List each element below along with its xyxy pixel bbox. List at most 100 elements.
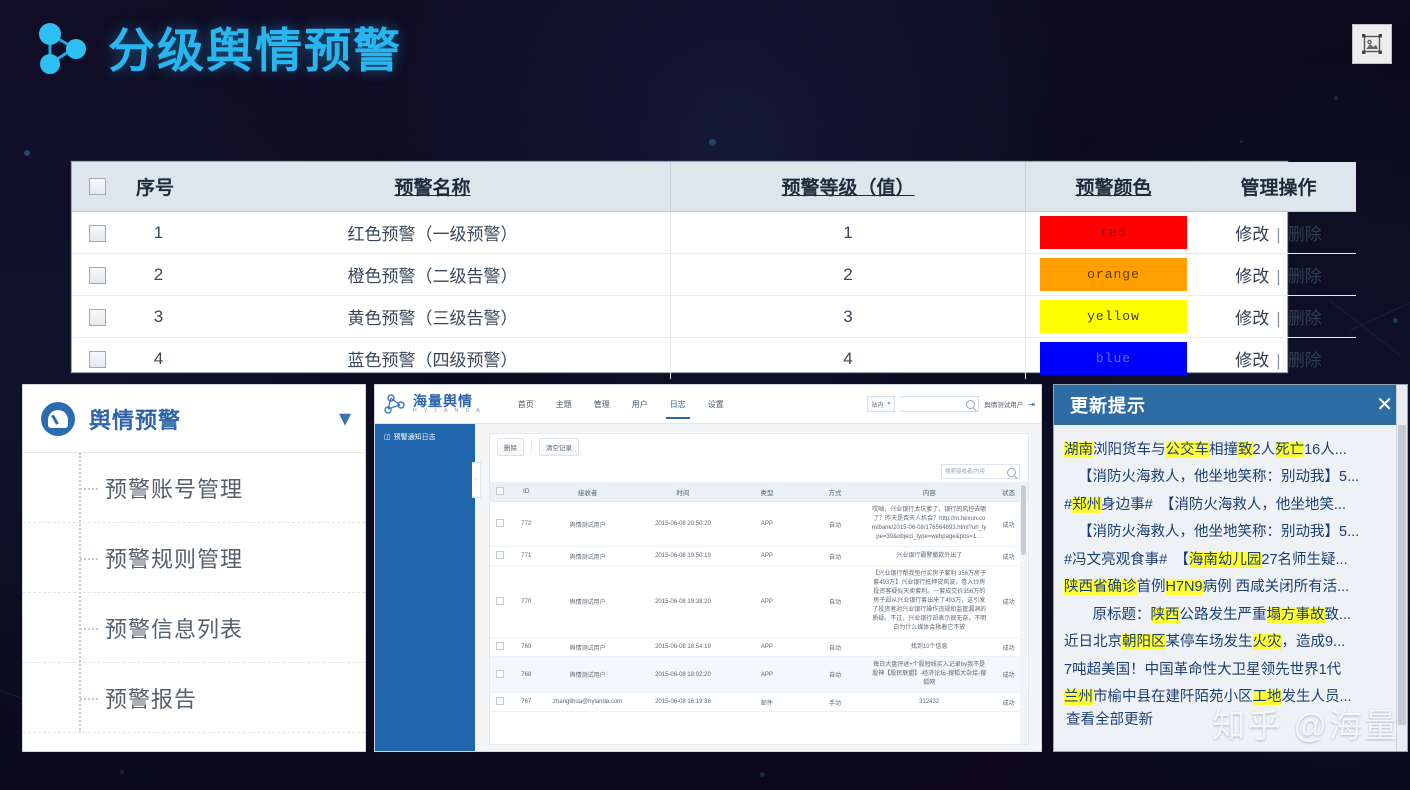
app-logo-cn: 海量舆情 <box>413 393 473 409</box>
row-checkbox[interactable] <box>88 350 106 368</box>
delete-link[interactable]: 删除 <box>1288 225 1322 244</box>
update-item[interactable]: 湖南浏阳货车与公交车相撞致2人死亡16人... <box>1064 439 1397 461</box>
update-item[interactable]: 近日北京朝阳区某停车场发生火灾，造成9... <box>1064 631 1397 653</box>
update-item[interactable]: 7吨超美国！中国革命性大卫星领先世界1代 <box>1064 659 1397 681</box>
global-search-input[interactable] <box>900 396 980 412</box>
table-row: 4 蓝色预警（四级预警） 4 blue 修改 | 删除 <box>72 337 1356 380</box>
highlighted-keyword: 湖南 <box>1064 442 1093 458</box>
delete-link[interactable]: 删除 <box>1288 267 1322 286</box>
delete-link[interactable]: 删除 <box>1288 351 1322 370</box>
row-checkbox[interactable] <box>496 519 505 527</box>
row-checkbox-cell <box>490 565 511 638</box>
popup-scrollbar[interactable] <box>1396 385 1407 751</box>
cell-type: APP <box>732 501 801 547</box>
cell-receiver: zhanglihua@hylanda.com <box>542 692 633 712</box>
row-checkbox[interactable] <box>88 266 106 284</box>
highlighted-keyword: 海南幼儿园 <box>1188 551 1262 568</box>
table-scrollbar[interactable] <box>1020 482 1027 744</box>
update-text: 浏阳货车与 <box>1093 442 1166 458</box>
sidebar-item-1[interactable]: 预警账号管理 <box>23 453 365 523</box>
update-text: 2人 <box>1252 442 1276 458</box>
alert-log-table: ID 接收者 时间 类型 方式 内容 状态 772 舆情测试用户 2015-06-08 20:5… <box>490 482 1028 712</box>
clear-records-button[interactable]: 清空记录 <box>539 438 579 456</box>
edit-link[interactable]: 修改 <box>1235 225 1269 244</box>
update-item[interactable]: 原标题：陕西公路发生严重塌方事故致... <box>1064 604 1397 626</box>
tab-2[interactable]: 主题 <box>545 385 583 423</box>
update-text: 相撞 <box>1209 442 1238 458</box>
scrollbar-thumb[interactable] <box>1398 425 1406 725</box>
column-header-color: 预警颜色 <box>1025 162 1201 212</box>
cell-type: APP <box>732 565 801 638</box>
scrollbar-thumb[interactable] <box>1021 485 1026 555</box>
row-checkbox-cell <box>490 501 511 547</box>
logout-icon[interactable]: ⇥ <box>1028 400 1035 409</box>
highlighted-keyword: H7N9 <box>1165 579 1203 596</box>
tab-3[interactable]: 管理 <box>583 385 621 423</box>
sidebar-item-alert-log[interactable]: ◫ 预警通知日志 <box>375 432 475 442</box>
row-checkbox[interactable] <box>88 308 106 326</box>
row-checkbox[interactable] <box>496 551 505 559</box>
row-checkbox[interactable] <box>496 642 505 650</box>
update-item[interactable]: #冯文亮观食事# 【海南幼儿园27名师生疑... <box>1064 549 1397 571</box>
app-logo: 海量舆情 H Y L A N D A <box>413 394 483 414</box>
search-scope-select[interactable]: 站内 ▼ <box>867 396 896 412</box>
row-checkbox[interactable] <box>496 697 505 705</box>
cell-color: orange <box>1025 253 1201 296</box>
row-checkbox[interactable] <box>496 596 505 605</box>
cell-name: 黄色预警（三级告警） <box>195 295 671 338</box>
update-item[interactable]: 兰州市榆中县在建阡陌苑小区工地发生人员... <box>1064 686 1397 708</box>
cell-actions: 修改 | 删除 <box>1201 211 1356 254</box>
cell-color: blue <box>1026 338 1202 380</box>
update-item[interactable]: 陕西省确诊首例H7N9病例 西咸关闭所有活... <box>1064 576 1397 598</box>
broken-image-icon[interactable] <box>1352 24 1392 64</box>
sidebar-item-4[interactable]: 预警报告 <box>23 663 365 733</box>
sidebar-item-2[interactable]: 预警规则管理 <box>23 523 365 593</box>
cell-receiver: 舆情测试用户 <box>542 656 633 693</box>
color-swatch: red <box>1040 216 1187 249</box>
cell-id: 767 <box>510 692 543 712</box>
table-search-input[interactable]: 搜索接收者/内容 <box>941 463 1020 479</box>
cell-name: 蓝色预警（四级预警） <box>195 337 671 379</box>
delete-link[interactable]: 删除 <box>1288 309 1322 328</box>
app-content: 删除 清空记录 搜索接收者/内容 ID 接收者 时间 类型 方式 内容 状态 772 舆情测试… <box>475 424 1041 751</box>
edit-link[interactable]: 修改 <box>1235 309 1269 328</box>
sidebar-item-label: 预警报告 <box>105 686 198 712</box>
column-header-actions: 管理操作 <box>1201 162 1356 212</box>
chevron-left-icon[interactable]: ‹ <box>472 462 481 498</box>
sidebar-item-3[interactable]: 预警信息列表 <box>23 593 365 663</box>
table-row: 770 舆情测试用户 2015-06-08 19:38:20 APP 自动 【兴业银行帮我… <box>490 565 1028 638</box>
update-text: 身边事# 【消防火海救人，他坐地笑... <box>1101 496 1346 513</box>
cell-content: 【兴业银行帮我垫付买房子套利 356万房子套493万】兴业银行抵押贷风波，卷入炒… <box>869 565 990 638</box>
row-checkbox[interactable] <box>496 669 505 678</box>
chevron-down-icon[interactable]: ▾ <box>339 406 351 431</box>
edit-link[interactable]: 修改 <box>1235 267 1269 286</box>
search-icon <box>1007 467 1016 477</box>
update-item[interactable]: 【消防火海救人，他坐地笑称：别动我】5... <box>1064 466 1397 488</box>
update-item[interactable]: #郑州身边事# 【消防火海救人，他坐地笑... <box>1064 494 1397 516</box>
select-all-checkbox[interactable] <box>496 486 505 495</box>
tab-5[interactable]: 日志 <box>659 385 697 423</box>
cell-id: 772 <box>510 501 543 547</box>
update-text: # <box>1064 496 1073 513</box>
tab-6[interactable]: 设置 <box>697 385 735 423</box>
edit-link[interactable]: 修改 <box>1235 351 1269 370</box>
close-icon[interactable]: ✕ <box>1376 395 1393 415</box>
update-text: 27名师生疑... <box>1261 551 1348 568</box>
delete-button[interactable]: 删除 <box>497 438 524 456</box>
update-text: 近日北京 <box>1064 634 1122 651</box>
tab-4[interactable]: 用户 <box>621 385 659 423</box>
update-item[interactable]: 【消防火海救人，他坐地笑称：别动我】5... <box>1064 521 1397 543</box>
sidebar-title: 舆情预警 <box>89 407 182 433</box>
tab-1[interactable]: 首页 <box>507 385 545 423</box>
row-checkbox[interactable] <box>88 224 106 242</box>
app-nav-tabs: 首页 主题 管理 用户 日志 设置 <box>507 385 735 423</box>
page-header: 分级舆情预警 <box>0 0 1410 105</box>
view-all-updates-link[interactable]: 查看全部更新 <box>1066 708 1153 729</box>
warning-level-table: 序号 预警名称 预警等级（值） 预警颜色 管理操作 1 红色预警（一级预警） 1 re… <box>72 162 1356 379</box>
cell-content: 312432 <box>869 692 990 712</box>
select-all-checkbox[interactable] <box>88 177 106 195</box>
search-icon <box>966 400 976 409</box>
cell-index: 4 <box>153 348 164 368</box>
sidebar-header[interactable]: 舆情预警 ▾ <box>23 385 365 453</box>
app-search-row: 搜索接收者/内容 <box>489 460 1029 482</box>
